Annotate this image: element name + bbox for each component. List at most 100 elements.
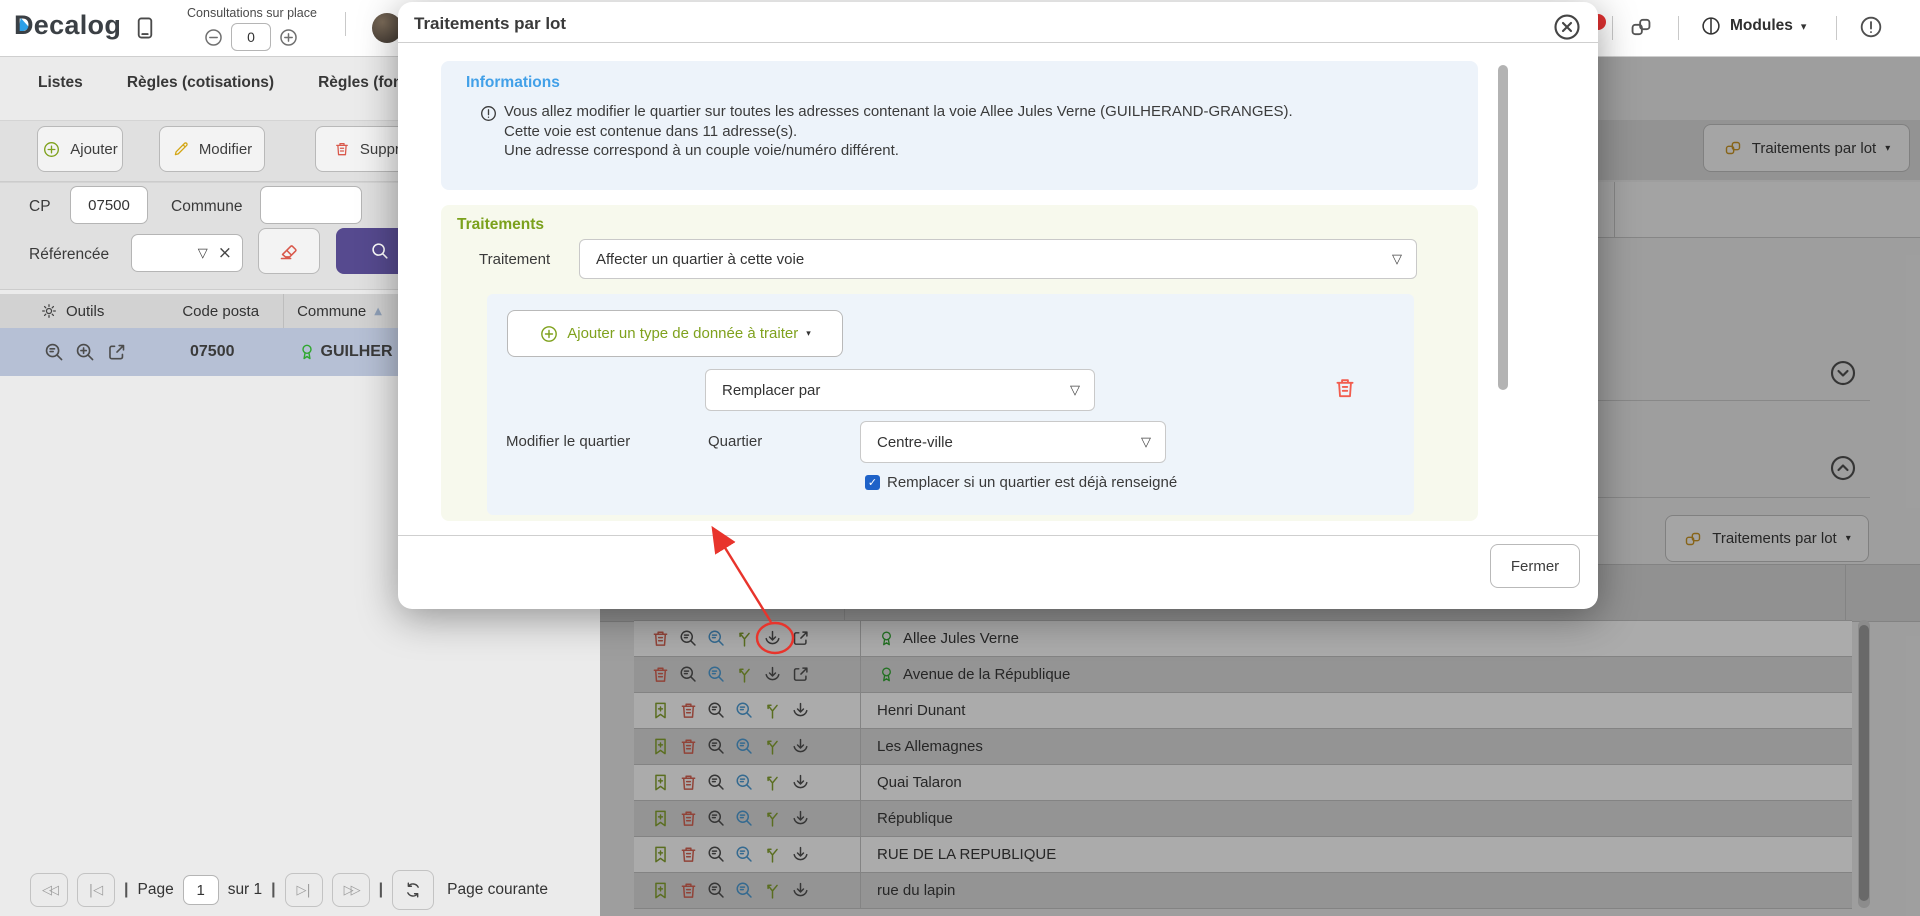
page-label: Page (137, 881, 173, 899)
page-total: sur 1 (228, 881, 262, 899)
info-box: Informations Vous allez modifier le quar… (441, 61, 1478, 190)
remove-treatment-icon[interactable] (1332, 375, 1358, 401)
quartier-value: Centre-ville (877, 434, 953, 451)
add-data-type-label: Ajouter un type de donnée à traiter (567, 325, 798, 342)
divider: | (124, 881, 128, 899)
select-arrow-icon: ▽ (198, 246, 208, 261)
referencee-label: Référencée (29, 246, 109, 264)
quartier-label: Quartier (708, 433, 762, 450)
logo-text: Decalog (14, 10, 121, 40)
current-page-label: Page courante (447, 881, 548, 899)
eraser-icon (278, 240, 300, 262)
close-button[interactable]: Fermer (1490, 544, 1580, 588)
pagination: ◁◁ |◁ | Page 1 sur 1 | ▷| ▷▷ | Page cour… (30, 870, 548, 910)
detail-search-icon[interactable] (43, 341, 66, 364)
divider (1678, 16, 1679, 40)
commune-input[interactable] (260, 186, 362, 224)
group-label: Modifier le quartier (506, 433, 630, 450)
increment-button[interactable] (278, 27, 299, 48)
info-line: Cette voie est contenue dans 11 adresse(… (504, 122, 1293, 142)
modules-menu[interactable]: Modules ▾ (1700, 15, 1806, 37)
page-input[interactable]: 1 (183, 875, 219, 905)
modify-button[interactable]: Modifier (159, 126, 265, 172)
treatment-detail-panel: Ajouter un type de donnée à traiter ▾ Re… (487, 294, 1414, 515)
plus-icon (539, 324, 559, 344)
search-icon (369, 240, 391, 262)
warning-icon (479, 104, 498, 123)
tab-regles-cotisations[interactable]: Règles (cotisations) (127, 74, 274, 92)
info-title: Informations (466, 74, 560, 92)
divider (398, 42, 1598, 43)
postal-header[interactable]: Code posta (182, 303, 259, 320)
treatment-value: Affecter un quartier à cette voie (596, 251, 804, 268)
add-button[interactable]: Ajouter (37, 126, 123, 172)
plus-icon (42, 140, 61, 159)
batch-treatments-modal: Traitements par lot Informations Vous al… (398, 2, 1598, 609)
row-commune: GUILHER (321, 343, 393, 361)
gear-icon (40, 302, 58, 320)
reset-filters-button[interactable] (258, 228, 320, 274)
add-data-type-button[interactable]: Ajouter un type de donnée à traiter ▾ (507, 310, 843, 357)
treatments-box: Traitements Traitement Affecter un quart… (441, 205, 1478, 521)
divider: | (379, 881, 383, 899)
app: Decalog Consultations sur place 0 Module… (0, 0, 1920, 916)
add-label: Ajouter (70, 141, 118, 158)
caret-down-icon: ▾ (806, 329, 811, 339)
badge-icon (297, 342, 317, 362)
info-line: Vous allez modifier le quartier sur tout… (504, 102, 1293, 122)
divider (345, 12, 346, 36)
replace-mode-value: Remplacer par (722, 382, 820, 399)
divider (1836, 16, 1837, 40)
divider: | (271, 881, 275, 899)
first-page-button[interactable]: ◁◁ (30, 873, 68, 907)
refresh-icon (403, 880, 423, 900)
trash-icon (333, 140, 351, 158)
replace-mode-select[interactable]: Remplacer par ▽ (705, 369, 1095, 411)
select-arrow-icon: ▽ (1070, 383, 1080, 398)
pencil-icon (172, 140, 190, 158)
treatment-label: Traitement (479, 251, 550, 268)
replace-checkbox[interactable]: ✓ (865, 475, 880, 490)
device-icon[interactable] (132, 15, 158, 41)
quartier-select[interactable]: Centre-ville ▽ (860, 421, 1166, 463)
row-postal: 07500 (190, 343, 235, 361)
referencee-select[interactable]: ▽ × (131, 234, 243, 272)
select-arrow-icon: ▽ (1392, 252, 1402, 267)
divider (1612, 16, 1613, 40)
info-icon[interactable] (1858, 14, 1884, 40)
tab-listes[interactable]: Listes (38, 74, 83, 92)
zoom-in-icon[interactable] (74, 341, 97, 364)
modules-icon (1700, 15, 1722, 37)
decrement-button[interactable] (203, 27, 224, 48)
select-arrow-icon: ▽ (1141, 435, 1151, 450)
commune-label: Commune (171, 198, 243, 216)
modal-title: Traitements par lot (414, 14, 566, 34)
app-logo[interactable]: Decalog (14, 10, 121, 41)
column-divider (283, 294, 284, 328)
info-line: Une adresse correspond à un couple voie/… (504, 141, 1293, 161)
consultations-count[interactable]: 0 (231, 23, 271, 51)
sort-asc-icon[interactable]: ▲ (374, 306, 382, 317)
modify-label: Modifier (199, 141, 252, 158)
close-button-label: Fermer (1511, 558, 1559, 575)
tools-header[interactable]: Outils (66, 303, 104, 320)
next-page-button[interactable]: ▷| (285, 873, 323, 907)
cp-input[interactable]: 07500 (70, 186, 148, 224)
cp-label: CP (29, 198, 51, 216)
external-link-icon[interactable] (105, 341, 128, 364)
close-icon[interactable] (1552, 12, 1582, 42)
treatment-select[interactable]: Affecter un quartier à cette voie ▽ (579, 239, 1417, 279)
prev-page-button[interactable]: |◁ (77, 873, 115, 907)
caret-down-icon: ▾ (1801, 20, 1807, 33)
refresh-button[interactable] (392, 870, 434, 910)
commune-header[interactable]: Commune (297, 303, 366, 320)
divider (398, 535, 1598, 536)
last-page-button[interactable]: ▷▷ (332, 873, 370, 907)
batch-links-icon[interactable] (1628, 14, 1654, 40)
modal-scrollbar-thumb[interactable] (1498, 65, 1508, 390)
modules-label: Modules (1730, 17, 1793, 35)
clear-icon[interactable]: × (218, 243, 232, 263)
consultations-label: Consultations sur place (157, 6, 347, 20)
treatments-title: Traitements (457, 216, 544, 234)
replace-checkbox-label: Remplacer si un quartier est déjà rensei… (887, 474, 1177, 491)
